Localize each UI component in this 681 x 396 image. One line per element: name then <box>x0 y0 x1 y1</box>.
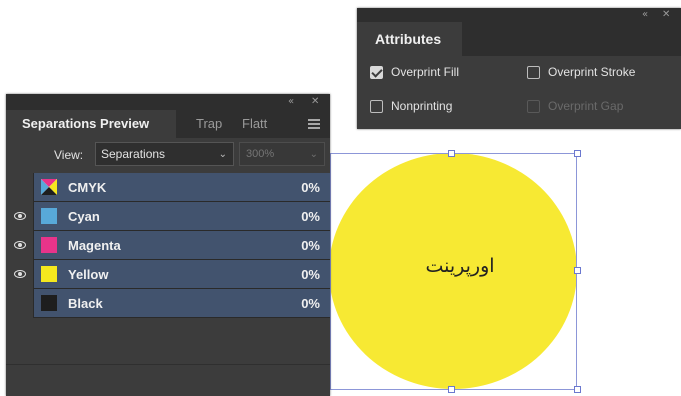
nonprinting-label: Nonprinting <box>391 99 453 113</box>
separation-name: Yellow <box>68 267 109 282</box>
eye-icon[interactable] <box>14 212 26 220</box>
separation-percent: 0% <box>301 238 320 253</box>
separation-name: Magenta <box>68 238 121 253</box>
panel-title-bar[interactable]: « ✕ <box>6 94 330 110</box>
separation-percent: 0% <box>301 209 320 224</box>
close-icon[interactable]: ✕ <box>662 9 670 21</box>
visibility-toggle[interactable] <box>6 231 34 260</box>
eye-icon[interactable] <box>14 241 26 249</box>
attributes-panel: « ✕ Attributes Overprint Fill Overprint … <box>357 8 681 129</box>
tab-attributes[interactable]: Attributes <box>357 22 462 56</box>
magenta-swatch <box>41 237 57 253</box>
cmyk-icon <box>41 179 57 195</box>
chevron-down-icon: ⌄ <box>218 149 227 160</box>
view-dropdown-value: Separations <box>101 147 166 161</box>
separation-row-cyan[interactable]: Cyan 0% <box>6 202 330 231</box>
view-label: View: <box>54 148 84 162</box>
panel-tab-row: Separations Preview Trap Flatt <box>6 110 330 138</box>
resize-handle-bottom[interactable] <box>448 386 455 393</box>
cyan-swatch <box>41 208 57 224</box>
collapse-icon[interactable]: « <box>288 96 294 108</box>
overprint-fill-checkbox[interactable] <box>370 66 383 79</box>
separation-row-main[interactable]: CMYK 0% <box>34 173 330 201</box>
chevron-down-icon: ⌄ <box>309 149 318 160</box>
black-swatch <box>41 295 57 311</box>
yellow-swatch <box>41 266 57 282</box>
panel-title-bar[interactable]: « ✕ <box>357 8 681 22</box>
separation-row-cmyk[interactable]: CMYK 0% <box>6 173 330 202</box>
separation-row-main[interactable]: Black 0% <box>34 289 330 317</box>
visibility-toggle[interactable] <box>6 202 34 231</box>
separation-percent: 0% <box>301 180 320 195</box>
separations-list: CMYK 0% Cyan 0% Magenta 0% Yellow 0% Bla… <box>6 173 330 318</box>
overprint-fill-label: Overprint Fill <box>391 65 460 79</box>
resize-handle-top[interactable] <box>448 150 455 157</box>
view-dropdown[interactable]: Separations ⌄ <box>95 142 234 166</box>
overprint-gap-label: Overprint Gap <box>548 99 624 113</box>
separation-percent: 0% <box>301 296 320 311</box>
overprint-gap-checkbox <box>527 100 540 113</box>
separation-row-main[interactable]: Yellow 0% <box>34 260 330 288</box>
panel-menu-icon[interactable] <box>308 119 320 131</box>
visibility-toggle[interactable] <box>6 173 34 202</box>
separation-row-black[interactable]: Black 0% <box>6 289 330 318</box>
overprint-stroke-checkbox[interactable] <box>527 66 540 79</box>
nonprinting-checkbox[interactable] <box>370 100 383 113</box>
tab-separations-preview[interactable]: Separations Preview <box>6 110 176 138</box>
panel-tab-row: Attributes <box>357 22 681 56</box>
close-icon[interactable]: ✕ <box>311 96 319 108</box>
separation-name: Black <box>68 296 103 311</box>
zoom-dropdown: 300% ⌄ <box>239 142 325 166</box>
separation-name: Cyan <box>68 209 100 224</box>
divider <box>6 364 330 365</box>
separation-percent: 0% <box>301 267 320 282</box>
overprint-stroke-label: Overprint Stroke <box>548 65 636 79</box>
tab-trap[interactable]: Trap <box>196 110 222 138</box>
zoom-dropdown-value: 300% <box>246 148 275 160</box>
tab-flattener[interactable]: Flatt <box>242 110 267 138</box>
collapse-icon[interactable]: « <box>642 9 648 21</box>
separation-row-magenta[interactable]: Magenta 0% <box>6 231 330 260</box>
eye-icon[interactable] <box>14 270 26 278</box>
resize-handle-right[interactable] <box>574 267 581 274</box>
artwork-text-label[interactable]: اورپرینت <box>400 255 520 277</box>
separation-row-yellow[interactable]: Yellow 0% <box>6 260 330 289</box>
visibility-toggle[interactable] <box>6 289 34 318</box>
visibility-toggle[interactable] <box>6 260 34 289</box>
separations-preview-panel: « ✕ Separations Preview Trap Flatt View:… <box>6 94 330 396</box>
resize-handle-bottom-right[interactable] <box>574 386 581 393</box>
separation-row-main[interactable]: Cyan 0% <box>34 202 330 230</box>
resize-handle-top-right[interactable] <box>574 150 581 157</box>
separation-name: CMYK <box>68 180 107 195</box>
separation-row-main[interactable]: Magenta 0% <box>34 231 330 259</box>
